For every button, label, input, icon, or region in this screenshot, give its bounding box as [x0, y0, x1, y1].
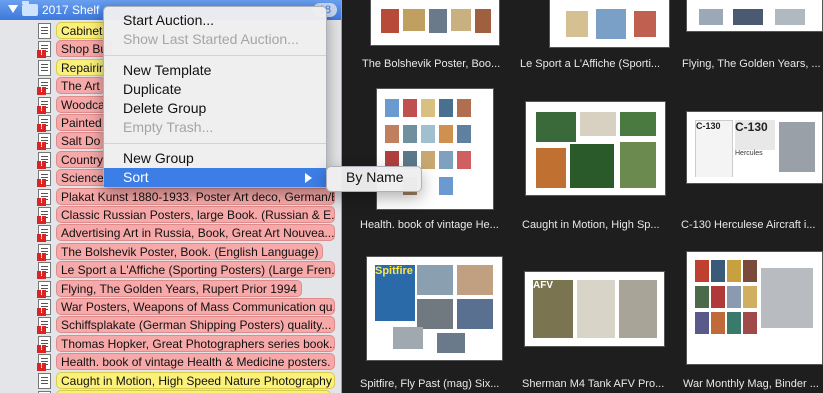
thumbnail-flying[interactable]	[686, 0, 823, 32]
disclosure-triangle-icon[interactable]	[8, 5, 18, 13]
document-icon	[37, 115, 51, 132]
caption-c130: C-130 Herculese Aircraft i...	[681, 219, 816, 231]
caption-health: Health. book of vintage He...	[360, 219, 499, 231]
menu-item-duplicate[interactable]: Duplicate	[104, 80, 326, 99]
document-icon	[37, 133, 51, 151]
list-item-label: Plakat Kunst 1880-1933. Poster Art deco,…	[56, 187, 335, 205]
list-item-label: The Bolshevik Poster, Book. (English Lan…	[56, 242, 324, 260]
spitfire-cover: Spitfire	[375, 265, 415, 321]
list-item[interactable]: Health. book of vintage Health & Medicin…	[37, 353, 339, 372]
menu-item-sort[interactable]: Sort	[104, 168, 326, 187]
folder-icon	[22, 1, 38, 16]
document-icon	[37, 188, 51, 206]
thumbnail-bolshevik[interactable]	[370, 0, 500, 46]
document-icon	[37, 335, 51, 353]
caption-sherman: Sherman M4 Tank AFV Pro...	[522, 378, 665, 390]
caption-bolshevik: The Bolshevik Poster, Boo...	[362, 58, 501, 70]
caption-war-monthly: War Monthly Mag, Binder ...	[683, 378, 819, 390]
menu-item-new-group[interactable]: New Group	[104, 149, 326, 168]
list-item[interactable]: Schiffsplakate (German Shipping Posters)…	[37, 316, 339, 335]
menu-item-empty-trash: Empty Trash...	[123, 119, 214, 135]
document-icon	[37, 262, 51, 280]
list-item-label: Health. book of vintage Health & Medicin…	[56, 353, 335, 371]
list-item-label: Le Sport a L'Affiche (Sporting Posters) …	[56, 261, 335, 279]
caption-spitfire: Spitfire, Fly Past (mag) Six...	[360, 378, 500, 390]
list-item[interactable]: Flying, The Golden Years, Rupert Prior 1…	[37, 279, 339, 298]
caption-flying: Flying, The Golden Years, ...	[682, 58, 821, 70]
list-item[interactable]: War Posters, Weapons of Mass Communicati…	[37, 298, 339, 316]
document-icon	[37, 243, 51, 261]
c130-cover-left: C-130	[695, 120, 733, 177]
menu-item-new-template[interactable]: New Template	[104, 61, 326, 80]
list-item[interactable]: Advertising Art in Russia, Book, Great A…	[37, 224, 339, 243]
document-icon	[37, 78, 51, 96]
document-icon	[37, 41, 51, 59]
document-icon	[37, 170, 51, 188]
list-item-label: Salt Do	[56, 132, 106, 150]
thumbnail-le-sport[interactable]	[549, 0, 670, 48]
sort-submenu: By Name	[326, 166, 422, 192]
document-icon	[37, 207, 51, 224]
thumbnail-c130[interactable]: C-130 C-130 Hercules	[686, 111, 823, 184]
list-item-label: The Art	[56, 77, 105, 95]
thumbnail-spitfire[interactable]: Spitfire	[366, 256, 503, 361]
context-menu: Start Auction... Show Last Started Aucti…	[103, 6, 327, 188]
list-item[interactable]: The Bolshevik Poster, Book. (English Lan…	[37, 242, 339, 261]
list-item-label: Cabinet	[56, 22, 108, 39]
group-title: 2017 Shelf	[42, 3, 100, 17]
list-item[interactable]: Caught in Motion, High Speed Nature Phot…	[38, 371, 339, 390]
list-item-label: Advertising Art in Russia, Book, Great A…	[56, 224, 335, 242]
thumbnail-grid: The Bolshevik Poster, Boo... Le Sport a …	[342, 0, 823, 393]
list-item-label: Classic Russian Posters, large Book. (Ru…	[56, 206, 335, 223]
list-item-label: War Posters, Weapons of Mass Communicati…	[56, 298, 335, 315]
submenu-item-by-name[interactable]: By Name	[346, 169, 404, 185]
document-icon	[37, 317, 51, 335]
c130-cover-sub: Hercules	[735, 150, 763, 157]
document-icon	[37, 225, 51, 243]
list-item-label: Painted	[56, 114, 107, 131]
list-item-label: Science	[56, 169, 109, 187]
list-item-label: Thomas Hopker, Great Photographers serie…	[56, 334, 335, 352]
caption-caught-in-motion: Caught in Motion, High Sp...	[522, 219, 660, 231]
document-icon	[37, 299, 51, 316]
document-icon	[38, 372, 51, 389]
document-icon	[37, 96, 51, 114]
menu-item-delete-group[interactable]: Delete Group	[104, 99, 326, 118]
menu-separator	[104, 143, 326, 144]
document-icon	[38, 59, 51, 76]
list-item-label: Caught in Motion, High Speed Nature Phot…	[56, 371, 335, 389]
submenu-arrow-icon	[305, 173, 312, 183]
list-item-label: Country	[56, 150, 109, 168]
document-icon	[38, 23, 51, 39]
list-item-label: Flying, The Golden Years, Rupert Prior 1…	[56, 279, 302, 297]
document-icon	[37, 280, 51, 298]
list-item-label: Schiffsplakate (German Shipping Posters)…	[56, 316, 335, 334]
sherman-cover: AFV	[533, 280, 573, 338]
document-icon	[37, 151, 51, 169]
thumbnail-caught-in-motion[interactable]	[525, 101, 666, 196]
thumbnail-war-monthly[interactable]	[686, 251, 823, 365]
menu-item-show-last-started-auction: Show Last Started Auction...	[123, 31, 299, 47]
document-icon	[37, 354, 51, 372]
list-item[interactable]: Plakat Kunst 1880-1933. Poster Art deco,…	[37, 187, 339, 206]
list-item[interactable]: Classic Russian Posters, large Book. (Ru…	[37, 206, 339, 224]
list-item[interactable]: Thomas Hopker, Great Photographers serie…	[37, 334, 339, 353]
list-item[interactable]: Le Sport a L'Affiche (Sporting Posters) …	[37, 261, 339, 280]
list-item-label: Woodca	[56, 95, 110, 113]
menu-item-start-auction[interactable]: Start Auction...	[104, 11, 326, 30]
c130-cover-title: C-130	[735, 120, 775, 150]
caption-le-sport: Le Sport a L'Affiche (Sporti...	[520, 58, 661, 70]
menu-separator	[104, 55, 326, 56]
thumbnail-sherman[interactable]: AFV	[524, 271, 665, 347]
